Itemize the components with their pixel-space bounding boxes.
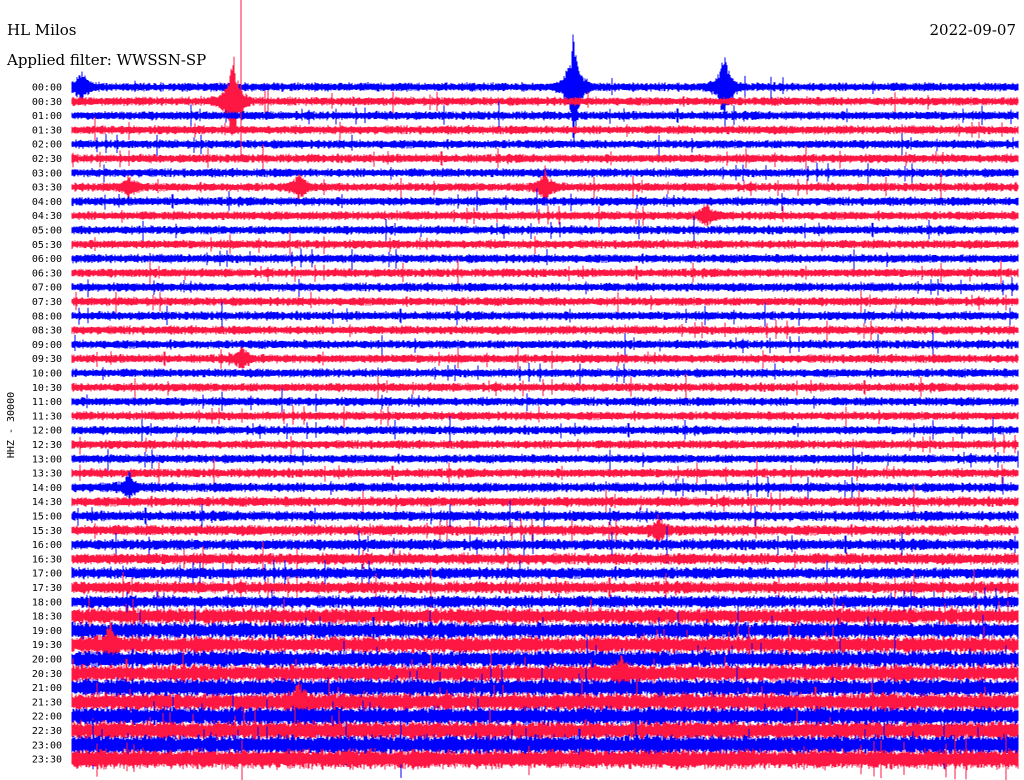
tick-label: 06:00 — [32, 254, 62, 265]
tick-label: 21:00 — [32, 683, 62, 694]
tick-label: 14:30 — [32, 497, 62, 508]
tick-label: 15:30 — [32, 526, 62, 537]
tick-label: 18:00 — [32, 597, 62, 608]
tick-label: 20:00 — [32, 655, 62, 666]
tick-label: 05:00 — [32, 226, 62, 237]
trace-row-0130 — [71, 116, 1019, 141]
tick-label: 17:30 — [32, 583, 62, 594]
tick-label: 22:30 — [32, 726, 62, 737]
tick-label: 11:00 — [32, 397, 62, 408]
tick-label: 12:30 — [32, 440, 62, 451]
tick-label: 18:30 — [32, 612, 62, 623]
tick-label: 14:00 — [32, 483, 62, 494]
trace-row-1030 — [71, 373, 1019, 402]
tick-label: 10:00 — [32, 369, 62, 380]
trace-row-0830 — [71, 320, 1019, 342]
trace-row-0600 — [71, 248, 1019, 271]
trace-row-1000 — [71, 363, 1019, 385]
tick-label: 00:30 — [32, 97, 62, 108]
trace-row-0630 — [71, 258, 1019, 288]
tick-label: 23:00 — [32, 740, 62, 751]
tick-label: 07:00 — [32, 283, 62, 294]
tick-label: 08:00 — [32, 311, 62, 322]
tick-label: 04:30 — [32, 211, 62, 222]
trace-row-0430 — [71, 204, 1019, 228]
trace-row-0930 — [71, 345, 1019, 370]
tick-label: 20:30 — [32, 669, 62, 680]
trace-row-0200 — [71, 133, 1019, 156]
tick-label: 09:30 — [32, 354, 62, 365]
tick-label: 04:00 — [32, 197, 62, 208]
helicorder-chart: 00:00 00:30 01:00 01:30 02:00 02:30 03:00 03:30… — [6, 0, 1019, 780]
tick-label: 05:30 — [32, 240, 62, 251]
tick-label: 13:30 — [32, 469, 62, 480]
trace-row-0530 — [71, 231, 1019, 255]
tick-label: 22:00 — [32, 712, 62, 723]
trace-row-1130 — [71, 405, 1019, 428]
trace-row-1230 — [71, 434, 1019, 455]
tick-label: 07:30 — [32, 297, 62, 308]
trace-row-1100 — [71, 388, 1019, 413]
trace-group — [71, 0, 1019, 780]
tick-label: 01:30 — [32, 125, 62, 136]
tick-label: 23:30 — [32, 755, 62, 766]
trace-row-0700 — [71, 277, 1019, 298]
y-axis-label: HHZ - 30000 — [6, 392, 17, 458]
tick-label: 19:00 — [32, 626, 62, 637]
tick-label: 00:00 — [32, 83, 62, 94]
trace-row-0500 — [71, 215, 1019, 245]
tick-label: 02:00 — [32, 140, 62, 151]
tick-label: 01:00 — [32, 111, 62, 122]
tick-label: 02:30 — [32, 154, 62, 165]
tick-label: 16:30 — [32, 554, 62, 565]
tick-label: 09:00 — [32, 340, 62, 351]
tick-label: 03:00 — [32, 168, 62, 179]
trace-row-0730 — [71, 290, 1019, 314]
tick-label: 17:00 — [32, 569, 62, 580]
trace-row-0030 — [71, 56, 1019, 134]
tick-label-group: 00:00 00:30 01:00 01:30 02:00 02:30 03:00 03:30… — [32, 83, 62, 766]
tick-label: 21:30 — [32, 697, 62, 708]
tick-label: 19:30 — [32, 640, 62, 651]
tick-label: 15:00 — [32, 512, 62, 523]
tick-label: 16:00 — [32, 540, 62, 551]
tick-label: 12:00 — [32, 426, 62, 437]
tick-label: 11:30 — [32, 411, 62, 422]
tick-label: 10:30 — [32, 383, 62, 394]
tick-label: 08:30 — [32, 326, 62, 337]
tick-label: 06:30 — [32, 268, 62, 279]
tick-label: 03:30 — [32, 183, 62, 194]
tick-label: 13:00 — [32, 454, 62, 465]
